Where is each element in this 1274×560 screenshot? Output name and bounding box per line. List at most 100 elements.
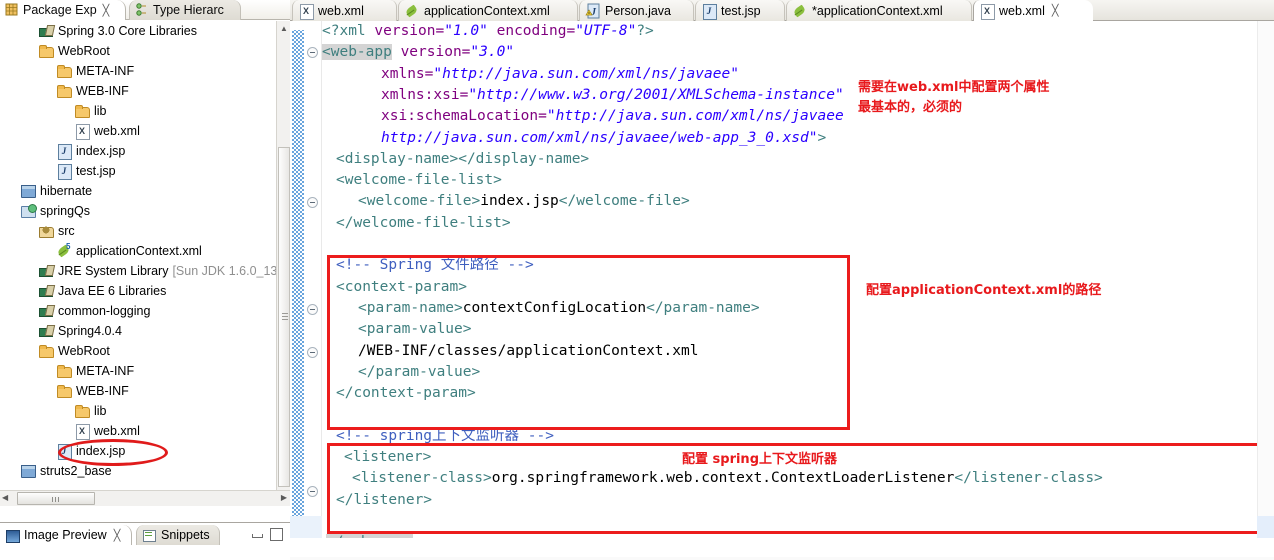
close-icon[interactable]: ╳ [1052,4,1059,17]
tree-item-web-inf[interactable]: WEB-INF [0,81,276,101]
closed-project-icon [20,463,36,479]
code-token: </welcome-file-list> [336,214,511,231]
editor-tabbar: web.xml applicationContext.xml J Person.… [290,0,1274,21]
scroll-left-arrow[interactable]: ◀ [2,493,8,502]
tree-item-applicationcontext-xml[interactable]: 5 applicationContext.xml [0,241,276,261]
tree-item-web-xml[interactable]: web.xml [0,121,276,141]
tree-item-label: Spring 3.0 Core Libraries [58,24,197,38]
library-icon [38,283,54,299]
tree-item-lib[interactable]: lib [0,101,276,121]
editor-tab-label: Person.java [605,3,672,18]
code-token: <welcome-file-list> [336,172,502,189]
code-line-6: http://java.sun.com/xml/ns/javaee/web-ap… [381,128,826,149]
code-line-4: xmlns:xsi="http://www.w3.org/2001/XMLSch… [381,85,844,106]
tree-item-index-jsp[interactable]: index.jsp [0,141,276,161]
tree-item-jre-system-library[interactable]: JRE System Library [Sun JDK 1.6.0_13 [0,261,276,281]
code-token: ?> [636,23,654,39]
editor-tab-applicationcontext-1[interactable]: applicationContext.xml [398,0,578,21]
view-tab-type-hierarchy[interactable]: Type Hierarc [129,0,241,20]
maximize-button[interactable] [269,527,283,541]
editor-tab-person-java[interactable]: J Person.java [579,0,694,21]
scrollbar-thumb[interactable] [1257,516,1274,538]
annotation-note-2: 配置applicationContext.xml的路径 [866,283,1102,298]
tree-item-meta-inf[interactable]: META-INF [0,361,276,381]
code-token: contextConfigLocation [462,299,647,316]
tree-item-lib[interactable]: lib [0,401,276,421]
library-icon [38,263,54,279]
tree-item-label: web.xml [94,424,140,438]
editor-vertical-scrollbar[interactable] [1257,21,1274,538]
folding-gutter[interactable] [304,21,322,538]
minimize-button[interactable] [250,527,264,540]
fold-marker-listener[interactable] [307,486,318,497]
code-line-14: <param-value> [358,319,472,340]
tree-item-suffix: [Sun JDK 1.6.0_13 [172,264,276,278]
fold-marker-param-value[interactable] [307,347,318,358]
code-token: </web-app> [326,534,414,538]
scroll-up-arrow[interactable]: ▲ [277,21,291,36]
tree-item-src[interactable]: src [0,221,276,241]
library-icon [38,323,54,339]
code-token: > [817,129,827,146]
tree-item-springqs[interactable]: springQs [0,201,276,221]
code-token: <param-name> [358,299,463,316]
code-token: "http://www.w3.org/2001/XMLSchema-instan… [468,86,844,103]
tree-item-label: WebRoot [58,344,110,358]
tree-item-spring-3-0-core-libraries[interactable]: Spring 3.0 Core Libraries [0,21,276,41]
code-line-12: <context-param> [336,277,467,298]
bottom-tab-image-preview[interactable]: Image Preview ╳ [0,525,132,545]
editor-tab-label: test.jsp [721,3,761,18]
tree-vertical-scrollbar[interactable]: ▲ ▼ [276,21,291,506]
editor-tab-label: *applicationContext.xml [812,3,943,18]
tree-item-struts2-base[interactable]: struts2_base [0,461,276,481]
fold-marker-webapp[interactable] [307,47,318,58]
editor-tab-web-xml-1[interactable]: web.xml [292,0,397,21]
tree-horizontal-scrollbar[interactable]: ◀ ▶ [0,490,290,506]
jsp-file-icon [56,443,72,460]
tree-item-hibernate[interactable]: hibernate [0,181,276,201]
close-icon[interactable]: ╳ [103,4,110,17]
folder-icon [56,83,72,99]
tree-item-spring4-0-4[interactable]: Spring4.0.4 [0,321,276,341]
code-line-15: /WEB-INF/classes/applicationContext.xml [358,341,698,362]
tree-item-meta-inf[interactable]: META-INF [0,61,276,81]
editor-tab-applicationcontext-dirty[interactable]: *applicationContext.xml [786,0,972,21]
eclipse-ide-window: Package Exp ╳ Type Hierarc Spring 3.0 Co… [0,0,1274,560]
editor-tab-label: web.xml [318,3,364,18]
code-token: <param-value> [358,321,472,338]
code-token: </listener> [336,491,433,508]
tree-item-label: web.xml [94,124,140,138]
fold-marker-context-param[interactable] [307,304,318,315]
tree-item-java-ee-6-libraries[interactable]: Java EE 6 Libraries [0,281,276,301]
bottom-tab-snippets[interactable]: Snippets [136,525,220,545]
close-icon[interactable]: ╳ [114,529,121,542]
tree-item-test-jsp[interactable]: test.jsp [0,161,276,181]
code-line-1: <?xml version="1.0" encoding="UTF-8"?> [322,21,654,42]
spring-bean-count-badge: 5 [66,242,71,251]
code-line-16: </param-value> [358,362,480,383]
folder-icon [56,363,72,379]
tree-item-label: WEB-INF [76,384,129,398]
tree-item-label: common-logging [58,304,151,318]
code-token: xmlns= [381,65,434,82]
code-token: xmlns:xsi= [381,86,469,103]
editor-tab-test-jsp[interactable]: test.jsp [695,0,785,21]
tree-item-common-logging[interactable]: common-logging [0,301,276,321]
scrollbar-thumb[interactable] [278,147,290,487]
view-tab-package-explorer[interactable]: Package Exp ╳ [0,0,126,20]
tree-item-web-xml[interactable]: web.xml [0,421,276,441]
tree-item-webroot[interactable]: WebRoot [0,41,276,61]
code-line-2: <web-app version="3.0" [322,42,514,63]
editor-tab-web-xml-active[interactable]: web.xml ╳ [973,0,1093,21]
tree-item-label: test.jsp [76,164,116,178]
jsp-file-icon [701,3,717,20]
snippets-icon [141,527,157,543]
tree-item-webroot[interactable]: WebRoot [0,341,276,361]
tree-item-index-jsp[interactable]: index.jsp [0,441,276,461]
project-tree[interactable]: Spring 3.0 Core Libraries WebRoot META-INF… [0,21,276,506]
scrollbar-thumb-h[interactable] [17,492,95,505]
tree-item-web-inf[interactable]: WEB-INF [0,381,276,401]
fold-marker-welcome-file-list[interactable] [307,197,318,208]
code-token: version= [391,44,471,61]
scroll-right-arrow[interactable]: ▶ [281,493,287,502]
